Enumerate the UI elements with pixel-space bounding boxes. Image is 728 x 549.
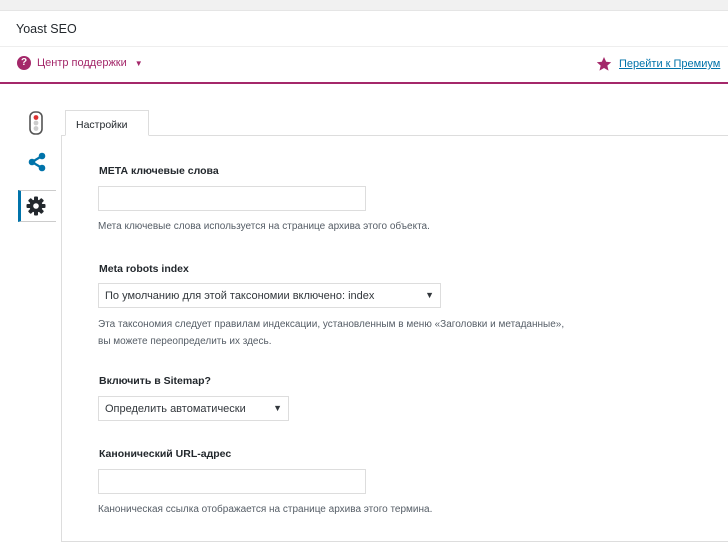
gear-icon: [26, 196, 46, 216]
canonical-url-input[interactable]: [98, 469, 366, 494]
help-center-toggle[interactable]: ? Центр поддержки ▼: [17, 56, 143, 70]
meta-keywords-input[interactable]: [98, 186, 366, 211]
sidebar-item-social[interactable]: [18, 146, 56, 178]
metabox-header[interactable]: Yoast SEO: [0, 11, 728, 47]
sitemap-value: Определить автоматически: [105, 402, 246, 415]
dropdown-arrow-icon: ▼: [273, 403, 282, 413]
sitemap-label: Включить в Sitemap?: [99, 375, 211, 387]
robots-index-select[interactable]: По умолчанию для этой таксономии включен…: [98, 283, 441, 308]
canonical-description: Каноническая ссылка отображается на стра…: [98, 504, 433, 515]
tab-settings[interactable]: Настройки: [65, 110, 149, 136]
premium-link-container[interactable]: Перейти к Премиум: [596, 56, 720, 72]
canonical-label: Канонический URL-адрес: [99, 448, 232, 460]
help-center-label: Центр поддержки: [37, 57, 127, 69]
robots-index-value: По умолчанию для этой таксономии включен…: [105, 289, 375, 302]
star-icon: [596, 57, 612, 71]
help-center-bar: ? Центр поддержки ▼ Перейти к Премиум: [0, 48, 728, 84]
premium-link[interactable]: Перейти к Премиум: [619, 58, 720, 70]
sidebar-item-readability[interactable]: [18, 107, 56, 139]
robots-index-description-line1: Эта таксономия следует правилам индексац…: [98, 319, 565, 330]
traffic-light-icon: [29, 111, 43, 135]
dropdown-arrow-icon: ▼: [425, 290, 434, 300]
share-icon: [28, 152, 46, 172]
metabox-title: Yoast SEO: [16, 22, 77, 36]
sidebar-item-settings[interactable]: [18, 190, 56, 222]
caret-down-icon: ▼: [134, 58, 143, 68]
robots-index-description-line2: вы можете переопределить их здесь.: [98, 336, 272, 347]
question-icon: ?: [17, 56, 31, 70]
meta-keywords-description: Мета ключевые слова используется на стра…: [98, 221, 430, 232]
sitemap-select[interactable]: Определить автоматически ▼: [98, 396, 289, 421]
robots-index-label: Meta robots index: [99, 263, 189, 275]
meta-keywords-label: МЕТА ключевые слова: [99, 165, 219, 177]
